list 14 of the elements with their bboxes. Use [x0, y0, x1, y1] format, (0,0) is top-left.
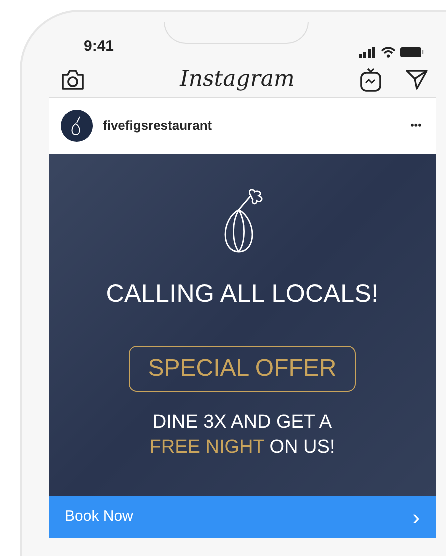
more-options-button[interactable]: ••• — [410, 118, 422, 134]
wifi-icon — [381, 47, 396, 58]
headline: CALLING ALL LOCALS! — [106, 279, 379, 310]
tv-icon[interactable] — [360, 68, 382, 92]
username[interactable]: fivefigsrestaurant — [103, 116, 400, 136]
status-time: 9:41 — [84, 36, 114, 56]
send-icon[interactable] — [406, 70, 428, 90]
special-offer-label: SPECIAL OFFER — [129, 346, 356, 392]
avatar[interactable] — [61, 110, 93, 142]
battery-icon — [400, 47, 424, 58]
signal-icon — [359, 47, 377, 58]
app-logo: Instagram — [180, 66, 295, 94]
offer-text: DINE 3X AND GET A FREE NIGHT ON US! — [150, 410, 336, 460]
camera-icon[interactable] — [61, 68, 85, 90]
